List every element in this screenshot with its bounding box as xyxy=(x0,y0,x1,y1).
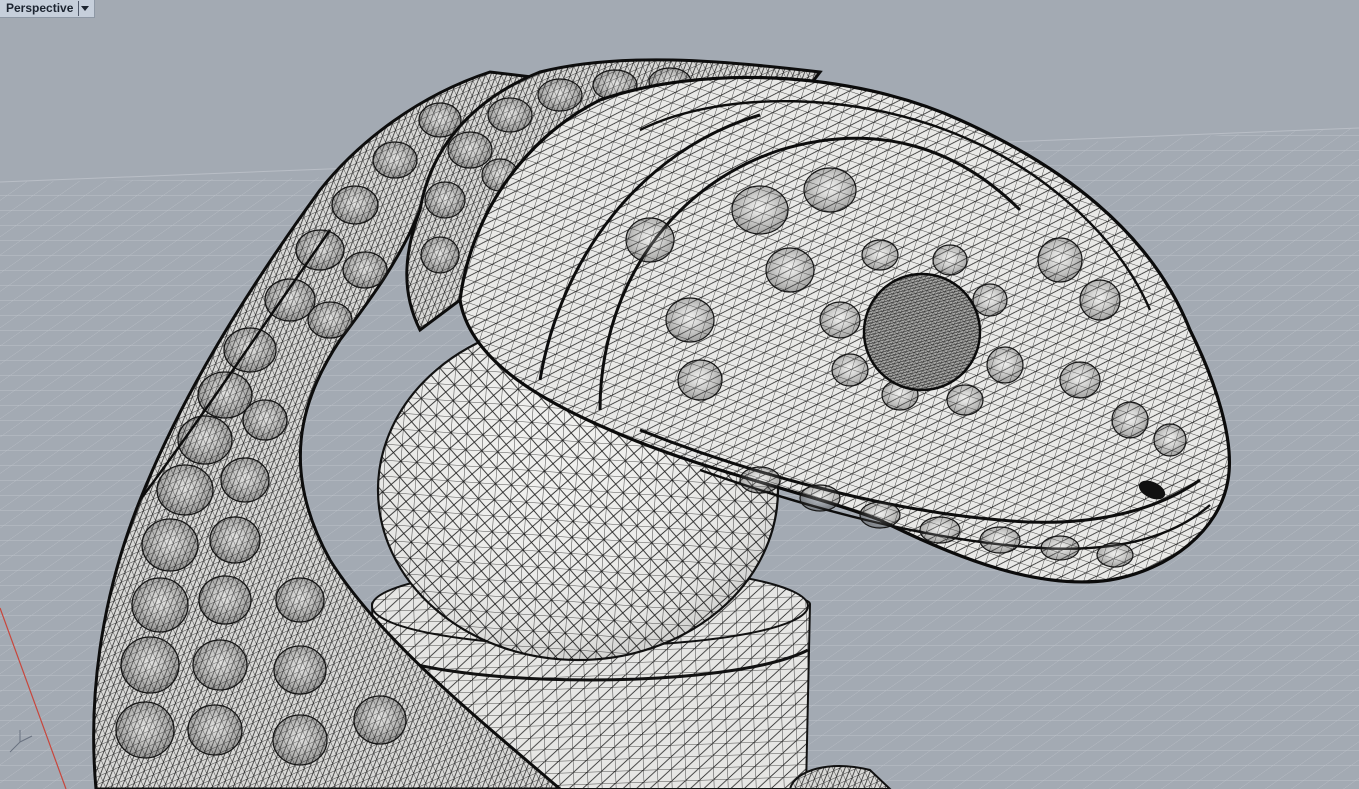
viewport-title[interactable]: Perspective xyxy=(0,0,78,17)
viewport-tab[interactable]: Perspective xyxy=(0,0,96,18)
snake-eye-mesh[interactable] xyxy=(862,272,982,392)
scene-canvas[interactable] xyxy=(0,0,1359,789)
perspective-viewport[interactable]: Perspective xyxy=(0,0,1359,789)
triangle-down-icon xyxy=(81,5,90,11)
viewport-menu-button[interactable] xyxy=(78,1,91,16)
